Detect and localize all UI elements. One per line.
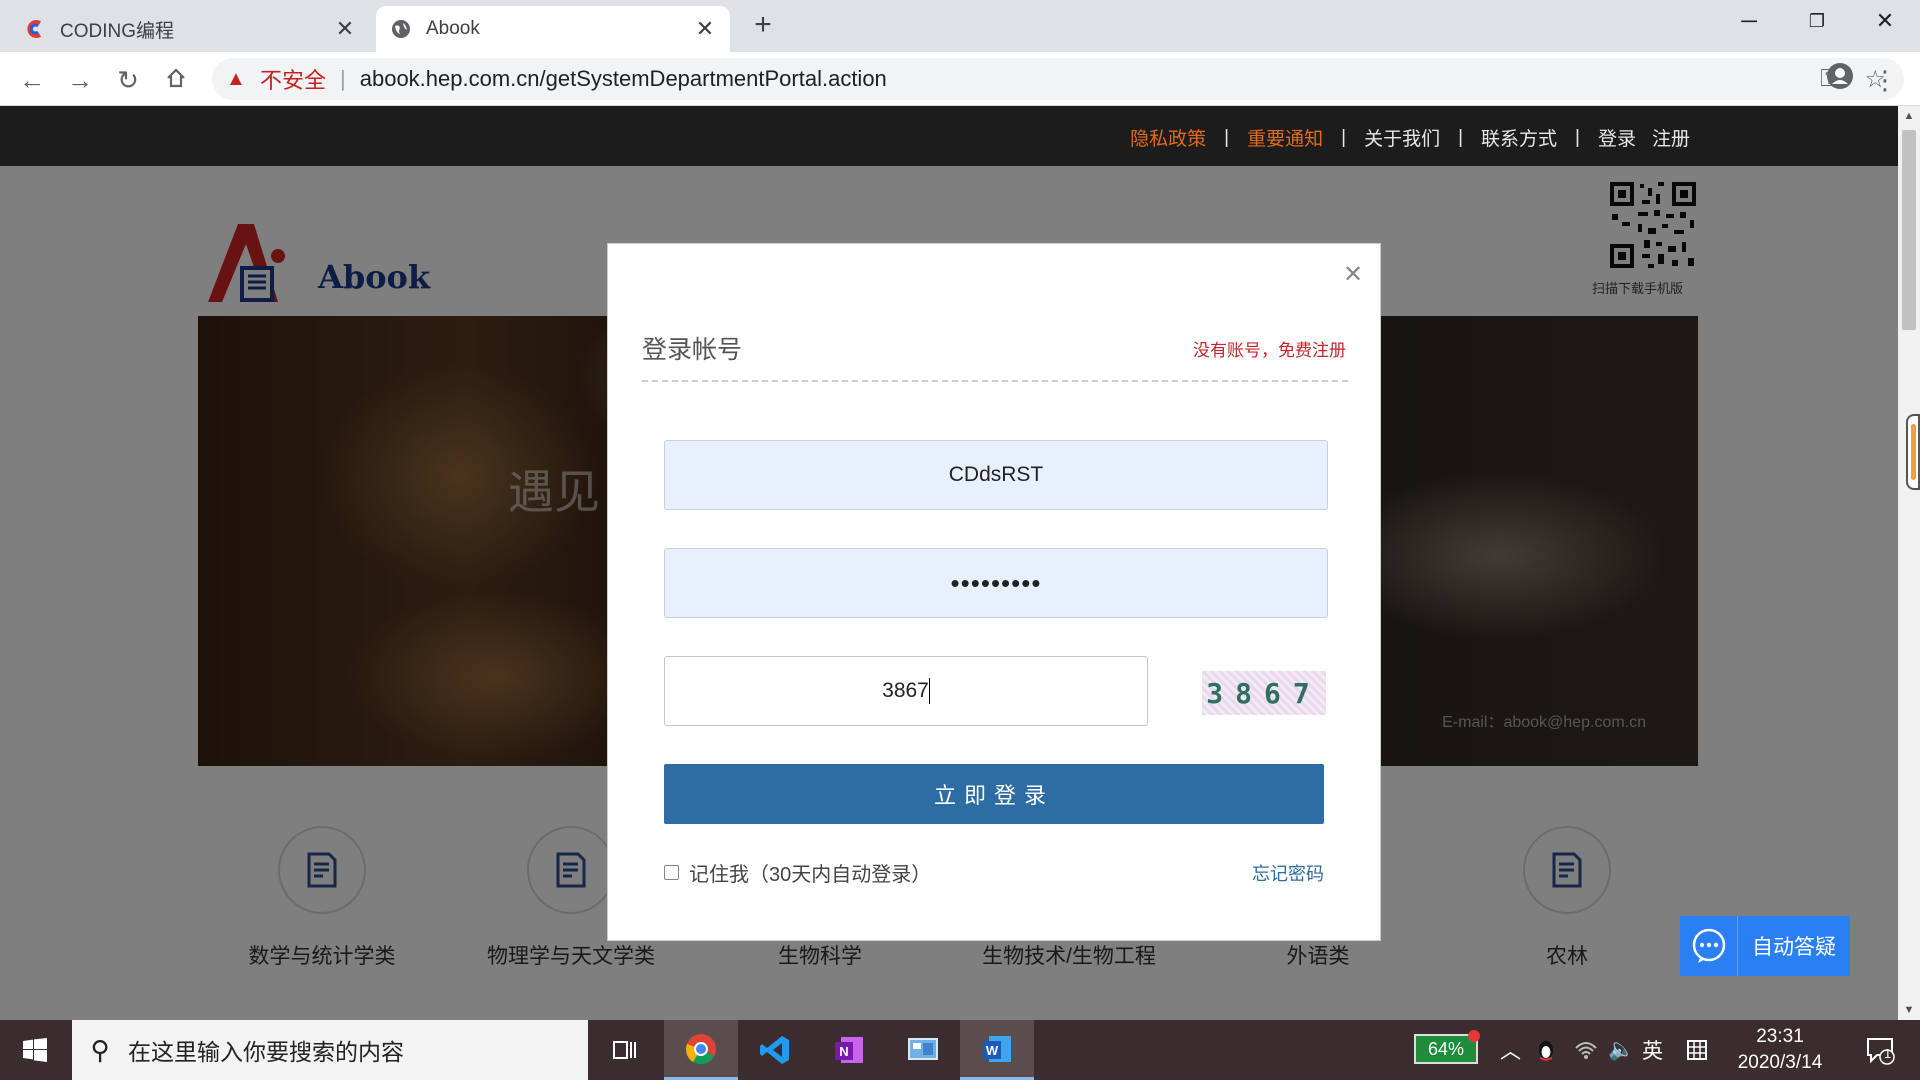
- nav-privacy-link[interactable]: 隐私政策: [1130, 124, 1206, 151]
- tab-close-icon[interactable]: ✕: [334, 16, 356, 42]
- modal-title: 登录帐号: [642, 336, 743, 364]
- remember-me[interactable]: 记住我（30天内自动登录）: [664, 858, 931, 887]
- url-text[interactable]: abook.hep.com.cn/getSystemDepartmentPort…: [360, 66, 887, 92]
- window-close-icon[interactable]: ✕: [1862, 6, 1908, 36]
- divider: |: [1341, 126, 1347, 148]
- svg-text:N: N: [839, 1044, 848, 1059]
- forward-icon[interactable]: →: [62, 62, 98, 98]
- close-icon[interactable]: ✕: [1340, 260, 1366, 289]
- clock-time: 23:31: [1756, 1026, 1804, 1047]
- task-view-icon[interactable]: [588, 1020, 662, 1080]
- word-icon[interactable]: W: [960, 1020, 1034, 1080]
- wifi-icon[interactable]: [1574, 1020, 1598, 1080]
- reload-icon[interactable]: ↻: [110, 62, 146, 98]
- divider: |: [1458, 126, 1464, 148]
- nav-notice-link[interactable]: 重要通知: [1247, 124, 1323, 151]
- page-scrollbar[interactable]: ▲ ▼: [1898, 106, 1920, 1020]
- search-icon: ⚲: [90, 1034, 110, 1065]
- divider: |: [1575, 126, 1580, 148]
- password-field[interactable]: •••••••••: [664, 548, 1328, 618]
- auto-answer-chat-button[interactable]: 自动答疑: [1680, 916, 1850, 976]
- globe-icon: [390, 18, 412, 40]
- login-button[interactable]: 立即登录: [664, 764, 1324, 824]
- onenote-icon[interactable]: N: [812, 1020, 886, 1080]
- vscode-icon[interactable]: [738, 1020, 812, 1080]
- tab-coding[interactable]: CODING编程 ✕: [10, 6, 370, 52]
- qq-penguin-icon[interactable]: [1536, 1020, 1556, 1080]
- minimize-icon[interactable]: ─: [1726, 6, 1772, 36]
- tray-chevron-icon[interactable]: ︿: [1500, 1020, 1521, 1080]
- security-label[interactable]: 不安全: [260, 63, 326, 95]
- tab-title: CODING编程: [60, 20, 175, 42]
- chat-button-label: 自动答疑: [1752, 936, 1836, 959]
- tab-title: Abook: [426, 18, 480, 39]
- tab-abook[interactable]: Abook ✕: [376, 6, 730, 52]
- page-viewport: 隐私政策 | 重要通知 | 关于我们 | 联系方式 | 登录 注册 Abook: [0, 106, 1898, 1020]
- new-tab-button[interactable]: +: [748, 10, 778, 40]
- captcha-image[interactable]: 3867: [1202, 671, 1326, 715]
- divider: [642, 380, 1348, 382]
- divider: |: [340, 66, 346, 91]
- windows-taskbar: ⚲ 在这里输入你要搜索的内容 N W 64% ︿ 🔈 英 23:31 2020/…: [0, 1020, 1920, 1080]
- menu-kebab-icon[interactable]: ⋮: [1872, 62, 1898, 98]
- coding-favicon-icon: [24, 18, 46, 40]
- svg-text:W: W: [986, 1043, 999, 1058]
- username-field[interactable]: CDdsRST: [664, 440, 1328, 510]
- notification-center-icon[interactable]: 1: [1852, 1020, 1908, 1080]
- chrome-icon[interactable]: [664, 1020, 738, 1080]
- volume-icon[interactable]: 🔈: [1608, 1020, 1634, 1080]
- nav-contact-link[interactable]: 联系方式: [1481, 124, 1557, 151]
- windows-start-icon[interactable]: [0, 1020, 70, 1080]
- chat-bubble-icon: [1680, 916, 1738, 976]
- address-bar[interactable]: ▲ 不安全 | abook.hep.com.cn/getSystemDepart…: [212, 58, 1904, 100]
- warning-icon: ▲: [226, 67, 246, 90]
- browser-toolbar: ← → ↻ ▲ 不安全 | abook.hep.com.cn/getSystem…: [0, 52, 1920, 106]
- site-top-bar: 隐私政策 | 重要通知 | 关于我们 | 联系方式 | 登录 注册: [0, 106, 1898, 166]
- system-clock[interactable]: 23:31 2020/3/14: [1730, 1024, 1830, 1076]
- register-link[interactable]: 没有账号，免费注册: [1193, 336, 1346, 361]
- captcha-input[interactable]: 3867: [664, 656, 1148, 726]
- nav-login-link[interactable]: 登录: [1598, 124, 1636, 151]
- home-icon[interactable]: [158, 62, 194, 98]
- search-placeholder: 在这里输入你要搜索的内容: [128, 1039, 404, 1065]
- nav-register-link[interactable]: 注册: [1652, 124, 1690, 151]
- scrollbar-thumb[interactable]: [1902, 130, 1916, 330]
- remember-label: 记住我（30天内自动登录）: [689, 864, 932, 886]
- restore-icon[interactable]: ❐: [1794, 6, 1840, 36]
- ime-mode-icon[interactable]: [1686, 1020, 1708, 1080]
- tab-close-icon[interactable]: ✕: [694, 16, 716, 42]
- profile-icon[interactable]: [1822, 62, 1858, 98]
- clock-date: 2020/3/14: [1737, 1052, 1823, 1073]
- forgot-password-link[interactable]: 忘记密码: [1252, 860, 1324, 886]
- back-icon[interactable]: ←: [14, 62, 50, 98]
- remember-checkbox[interactable]: [664, 865, 679, 880]
- scroll-up-icon[interactable]: ▲: [1902, 110, 1916, 122]
- nav-about-link[interactable]: 关于我们: [1364, 124, 1440, 151]
- text-cursor: [928, 678, 930, 704]
- login-modal: ✕ 登录帐号 没有账号，免费注册 CDdsRST ••••••••• 3867 …: [607, 243, 1381, 941]
- ime-language-indicator[interactable]: 英: [1642, 1020, 1663, 1080]
- browser-tabstrip: CODING编程 ✕ Abook ✕ + ─ ❐ ✕: [0, 0, 1920, 52]
- side-drawer-handle[interactable]: [1906, 414, 1920, 490]
- captcha-input-value: 3867: [882, 679, 929, 702]
- divider: |: [1224, 126, 1230, 148]
- site-top-nav: 隐私政策 | 重要通知 | 关于我们 | 联系方式 | 登录 注册: [1122, 124, 1698, 151]
- control-panel-icon[interactable]: [886, 1020, 960, 1080]
- scroll-down-icon[interactable]: ▼: [1902, 1004, 1916, 1016]
- notification-count: 1: [1884, 1046, 1892, 1061]
- alert-dot-icon: [1468, 1030, 1480, 1042]
- taskbar-search-box[interactable]: ⚲ 在这里输入你要搜索的内容: [72, 1020, 588, 1080]
